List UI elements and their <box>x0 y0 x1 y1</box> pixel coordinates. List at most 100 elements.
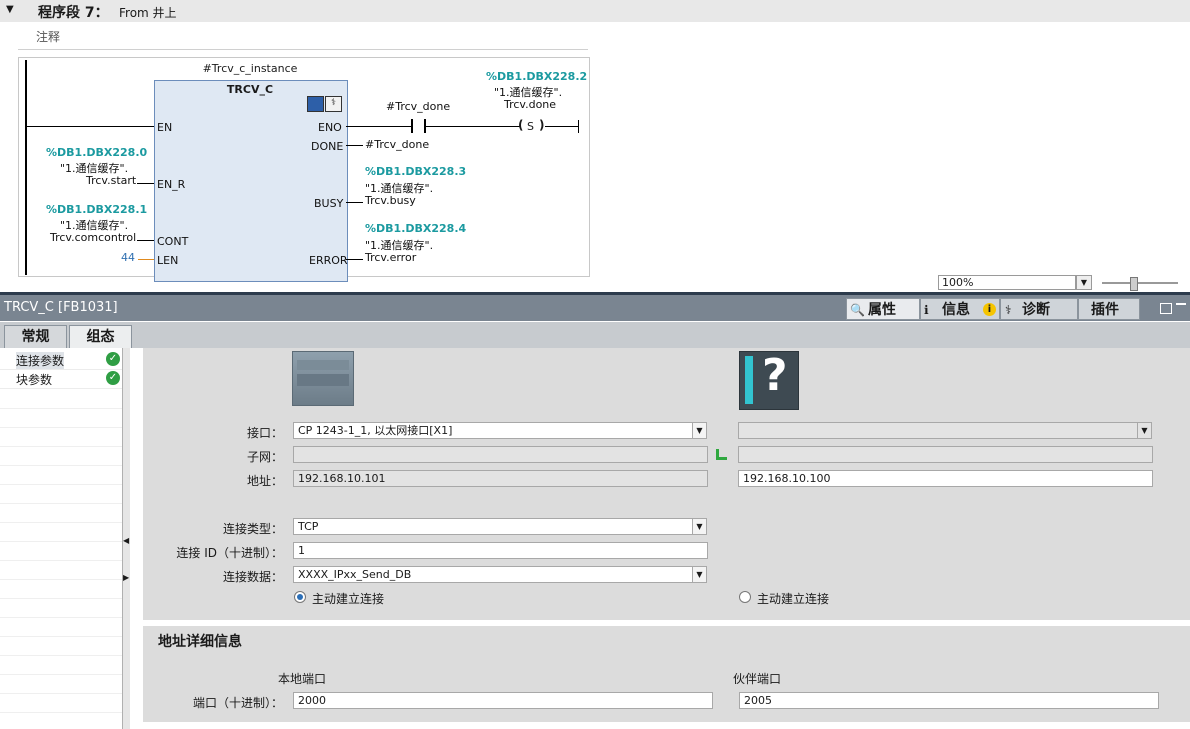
tab-diagnostics[interactable]: ⚕ 诊断 <box>1000 298 1078 320</box>
tab-info[interactable]: ℹ 信息 i <box>920 298 1000 320</box>
active-connection-partner-label[interactable]: 主动建立连接 <box>757 590 829 607</box>
collapse-left-icon[interactable]: ◀ <box>123 536 129 545</box>
error-address[interactable]: %DB1.DBX228.4 <box>365 222 466 235</box>
done-wire <box>346 145 363 146</box>
network-comment[interactable]: 注释 <box>36 28 60 45</box>
zoom-slider-track[interactable] <box>1102 282 1178 284</box>
nav-item-label: 块参数 <box>16 373 53 387</box>
set-coil-type[interactable]: S <box>527 120 534 133</box>
local-device-image <box>292 351 354 406</box>
check-ok-icon: ✓ <box>106 371 120 385</box>
collapse-arrow-icon[interactable]: ▼ <box>6 4 14 15</box>
busy-symbol-2[interactable]: Trcv.busy <box>365 194 416 207</box>
local-port-header: 本地端口 <box>278 672 327 686</box>
block-instance-label[interactable]: #Trcv_c_instance <box>154 62 346 75</box>
subnet-partner-field <box>738 446 1153 463</box>
network-header[interactable] <box>0 0 1190 22</box>
network-subtitle[interactable]: From 井上 <box>119 4 177 21</box>
tab-properties-label: 属性 <box>868 302 896 318</box>
local-port-input[interactable]: 2000 <box>293 692 713 709</box>
device-stripe <box>745 356 753 404</box>
active-connection-local-radio[interactable] <box>294 591 306 603</box>
tab-properties[interactable]: 🔍 属性 <box>846 298 920 320</box>
question-mark-icon: ? <box>762 350 788 401</box>
contact-coil-wire <box>426 126 520 127</box>
window-menu-icon[interactable] <box>1176 303 1186 314</box>
connection-data-select[interactable]: XXXX_IPxx_Send_DB <box>293 566 693 583</box>
contact-label[interactable]: #Trcv_done <box>386 100 450 113</box>
zoom-dropdown-icon[interactable]: ▼ <box>1076 275 1092 290</box>
pin-en-r: EN_R <box>157 178 186 191</box>
network-comment-row[interactable] <box>18 22 588 50</box>
coil-symbol-2[interactable]: Trcv.done <box>504 98 556 111</box>
window-restore-icon[interactable] <box>1160 303 1172 314</box>
cont-wire <box>137 240 154 241</box>
interface-local-select[interactable]: CP 1243-1_1, 以太网接口[X1] <box>293 422 693 439</box>
connection-data-label: 连接数据： <box>222 570 283 584</box>
active-connection-partner-radio[interactable] <box>739 591 751 603</box>
subtab-configuration[interactable]: 组态 <box>69 325 132 348</box>
en-wire <box>26 126 154 127</box>
pin-en: EN <box>157 121 173 134</box>
error-wire <box>346 259 363 260</box>
pin-len: LEN <box>157 254 179 267</box>
address-partner-field[interactable]: 192.168.10.100 <box>738 470 1153 487</box>
en-r-wire <box>137 183 154 184</box>
interface-partner-select <box>738 422 1138 439</box>
dropdown-arrow-icon[interactable]: ▼ <box>692 566 707 583</box>
len-value[interactable]: 44 <box>121 251 135 264</box>
device-module <box>297 374 349 386</box>
cont-address[interactable]: %DB1.DBX228.1 <box>46 203 147 216</box>
config-icon[interactable] <box>307 96 324 112</box>
pin-cont: CONT <box>157 235 189 248</box>
address-label: 地址： <box>246 474 283 488</box>
info-tab-icon: ℹ <box>924 303 929 317</box>
nav-item-label: 连接参数 <box>16 352 65 369</box>
partner-port-header: 伙伴端口 <box>733 672 782 686</box>
port-label: 端口（十进制）： <box>192 696 283 710</box>
expand-right-icon[interactable]: ▶ <box>123 573 129 582</box>
device-module <box>297 360 349 370</box>
address-details-title: 地址详细信息 <box>158 634 242 650</box>
info-warning-icon: i <box>983 303 996 316</box>
pin-eno: ENO <box>318 121 342 134</box>
connection-type-label: 连接类型： <box>222 522 283 536</box>
error-symbol-2[interactable]: Trcv.error <box>365 251 416 264</box>
dropdown-arrow-icon[interactable]: ▼ <box>692 518 707 535</box>
en-r-address[interactable]: %DB1.DBX228.0 <box>46 146 147 159</box>
contact-left-bar <box>411 119 413 133</box>
interface-label: 接口： <box>246 426 283 440</box>
inspector-object-name: TRCV_C [FB1031] <box>4 300 118 315</box>
partner-port-input[interactable]: 2005 <box>739 692 1159 709</box>
nav-empty-rows <box>0 390 124 729</box>
network-link-icon <box>716 449 728 461</box>
connection-id-input[interactable]: 1 <box>293 542 708 559</box>
power-rail <box>25 60 27 275</box>
done-operand[interactable]: #Trcv_done <box>365 138 429 151</box>
pin-error: ERROR <box>309 254 348 267</box>
diagnostics-tab-icon: ⚕ <box>1005 303 1012 317</box>
nav-item-connection-params[interactable]: 连接参数 ✓ <box>0 350 124 370</box>
dropdown-arrow-icon[interactable]: ▼ <box>692 422 707 439</box>
connection-type-select[interactable]: TCP <box>293 518 693 535</box>
cont-symbol-2[interactable]: Trcv.comcontrol <box>50 231 136 244</box>
pin-busy: BUSY <box>314 197 344 210</box>
subtab-general[interactable]: 常规 <box>4 325 67 348</box>
zoom-select[interactable]: 100% <box>938 275 1076 290</box>
busy-address[interactable]: %DB1.DBX228.3 <box>365 165 466 178</box>
eno-wire <box>346 126 412 127</box>
coil-address[interactable]: %DB1.DBX228.2 <box>486 70 587 83</box>
tab-plugins[interactable]: 插件 <box>1078 298 1140 320</box>
len-wire <box>138 259 154 260</box>
coil-out-wire <box>545 126 578 127</box>
nav-item-block-params[interactable]: 块参数 ✓ <box>0 369 124 389</box>
pin-done: DONE <box>311 140 344 153</box>
en-r-symbol-2[interactable]: Trcv.start <box>86 174 136 187</box>
zoom-slider-thumb[interactable] <box>1130 277 1138 291</box>
active-connection-local-label[interactable]: 主动建立连接 <box>312 590 384 607</box>
link-horizontal <box>716 457 727 460</box>
subnet-label: 子网： <box>246 450 283 464</box>
diagnostics-icon[interactable]: ⚕ <box>325 96 342 112</box>
properties-icon: 🔍 <box>850 303 865 317</box>
subnet-local-field <box>293 446 708 463</box>
